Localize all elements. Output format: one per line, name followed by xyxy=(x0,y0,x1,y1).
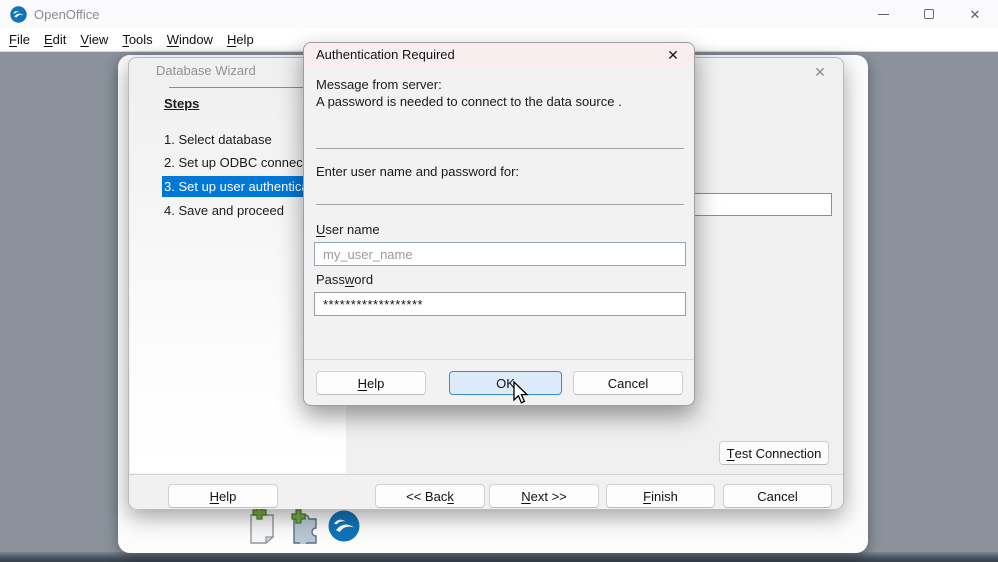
dialog-title: Database Wizard xyxy=(156,63,256,78)
steps-heading: Steps xyxy=(164,96,199,111)
menu-help[interactable]: Help xyxy=(220,29,261,50)
username-input[interactable] xyxy=(314,242,686,266)
label-text: F xyxy=(9,32,17,47)
step-label: 4. Save and proceed xyxy=(164,203,284,218)
close-icon: ✕ xyxy=(667,48,679,62)
screen: OpenOffice ✕ File Edit View Tools Window… xyxy=(0,0,998,562)
mouse-cursor xyxy=(513,381,533,407)
window-bottom-edge xyxy=(0,552,998,562)
finish-button[interactable]: Finish xyxy=(606,484,715,508)
help-button[interactable]: Help xyxy=(168,484,278,508)
message-from-server-label: Message from server: xyxy=(316,77,442,92)
menu-window[interactable]: Window xyxy=(160,29,220,50)
prompt-text: Enter user name and password for: xyxy=(316,164,519,179)
help-button[interactable]: Help xyxy=(316,371,426,395)
openoffice-logo-icon xyxy=(10,6,27,23)
label-text: << Bac xyxy=(406,489,447,504)
username-label: User name xyxy=(316,222,380,237)
label-text: ord xyxy=(354,272,373,287)
label-text: k xyxy=(447,489,454,504)
close-icon: ✕ xyxy=(814,65,826,79)
menu-edit[interactable]: Edit xyxy=(37,29,73,50)
menu-file[interactable]: File xyxy=(2,29,37,50)
step-label: 2. Set up ODBC connection xyxy=(164,155,324,170)
label-text: Cancel xyxy=(608,376,648,391)
label-text: H xyxy=(358,376,367,391)
new-document-icon[interactable] xyxy=(246,506,278,544)
step-label: 1. Select database xyxy=(164,132,272,147)
label-text: ext >> xyxy=(531,489,567,504)
password-label: Password xyxy=(316,272,373,287)
close-icon: ✕ xyxy=(970,8,981,21)
divider xyxy=(316,148,684,149)
server-message-text: A password is needed to connect to the d… xyxy=(316,94,622,109)
close-button[interactable]: ✕ xyxy=(952,0,998,28)
minimize-button[interactable] xyxy=(860,0,906,28)
divider xyxy=(304,359,694,360)
label-text: H xyxy=(227,32,236,47)
desktop-background: Database Wizard ✕ Steps 1. Select databa… xyxy=(0,52,998,562)
label-text: F xyxy=(643,489,651,504)
window-controls: ✕ xyxy=(860,0,998,28)
label-text: elp xyxy=(219,489,236,504)
close-button[interactable]: ✕ xyxy=(807,62,833,82)
label-text: N xyxy=(521,489,530,504)
label-text: Pass xyxy=(316,272,345,287)
label-text: indow xyxy=(179,32,213,47)
label-text: ools xyxy=(129,32,153,47)
label-text: W xyxy=(167,32,179,47)
menu-view[interactable]: View xyxy=(73,29,115,50)
minimize-icon xyxy=(878,14,889,15)
back-button[interactable]: << Back xyxy=(375,484,485,508)
maximize-icon xyxy=(924,9,934,19)
dialog-title: Authentication Required xyxy=(316,47,455,62)
label-text: V xyxy=(80,32,88,47)
divider xyxy=(316,204,684,205)
authentication-dialog: Authentication Required ✕ Message from s… xyxy=(303,42,695,406)
password-input[interactable] xyxy=(314,292,686,316)
ok-button[interactable]: OK xyxy=(449,371,562,395)
label-text: elp xyxy=(367,376,384,391)
label-text: est Connection xyxy=(735,446,822,461)
label-text: dit xyxy=(53,32,67,47)
label-text: ile xyxy=(17,32,30,47)
label-text: inish xyxy=(651,489,678,504)
next-button[interactable]: Next >> xyxy=(489,484,599,508)
cancel-button[interactable]: Cancel xyxy=(723,484,832,508)
label-text: H xyxy=(210,489,219,504)
close-button[interactable]: ✕ xyxy=(660,45,686,65)
maximize-button[interactable] xyxy=(906,0,952,28)
label-text: iew xyxy=(89,32,109,47)
label-text: ser name xyxy=(325,222,379,237)
cancel-button[interactable]: Cancel xyxy=(573,371,683,395)
window-title: OpenOffice xyxy=(34,7,100,22)
test-connection-button[interactable]: Test Connection xyxy=(719,441,829,465)
label-text: elp xyxy=(236,32,253,47)
label-text: w xyxy=(345,272,354,287)
extension-icon[interactable] xyxy=(288,509,322,544)
label-text: T xyxy=(727,446,735,461)
menu-tools[interactable]: Tools xyxy=(115,29,159,50)
openoffice-logo-icon[interactable] xyxy=(328,510,360,542)
wizard-footer: Help << Back Next >> Finish Cancel xyxy=(129,474,843,509)
window-titlebar: OpenOffice ✕ xyxy=(0,0,998,28)
label-text: Cancel xyxy=(757,489,797,504)
label-text: U xyxy=(316,222,325,237)
label-text: E xyxy=(44,32,53,47)
